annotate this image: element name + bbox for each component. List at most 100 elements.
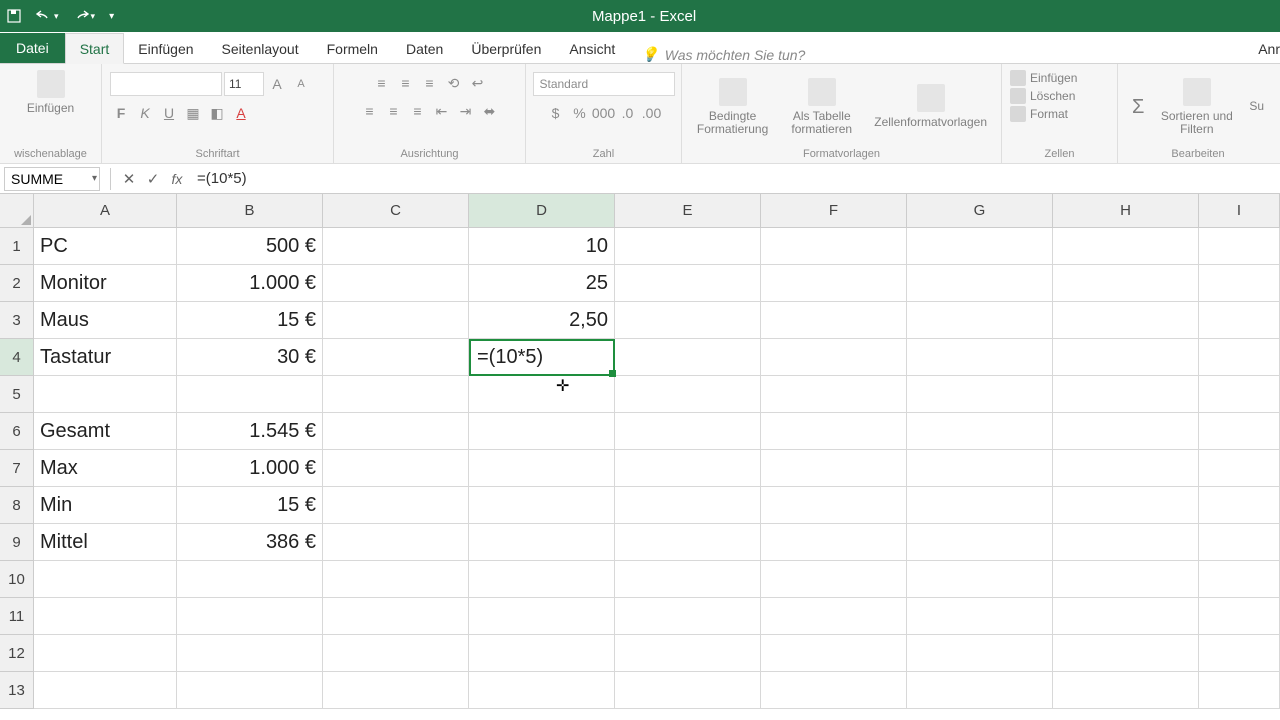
- name-box[interactable]: SUMME ▾: [4, 167, 100, 191]
- cell-A10[interactable]: [34, 561, 177, 598]
- row-header[interactable]: 13: [0, 672, 34, 709]
- cell-C9[interactable]: [323, 524, 469, 561]
- cell-H11[interactable]: [1053, 598, 1199, 635]
- align-middle-icon[interactable]: ≡: [395, 72, 417, 94]
- cell-H9[interactable]: [1053, 524, 1199, 561]
- cell-styles-button[interactable]: Zellenformatvorlagen: [868, 82, 993, 131]
- cell-I8[interactable]: [1199, 487, 1280, 524]
- tab-data[interactable]: Daten: [392, 34, 457, 63]
- cell-F9[interactable]: [761, 524, 907, 561]
- cell-A8[interactable]: Min: [34, 487, 177, 524]
- cell-D3[interactable]: 2,50: [469, 302, 615, 339]
- decrease-indent-icon[interactable]: ⇤: [431, 100, 453, 122]
- cell-A12[interactable]: [34, 635, 177, 672]
- cell-I5[interactable]: [1199, 376, 1280, 413]
- cell-C13[interactable]: [323, 672, 469, 709]
- cell-B10[interactable]: [177, 561, 323, 598]
- currency-icon[interactable]: $: [545, 102, 567, 124]
- cell-E13[interactable]: [615, 672, 761, 709]
- cell-A11[interactable]: [34, 598, 177, 635]
- cell-E5[interactable]: [615, 376, 761, 413]
- row-header[interactable]: 10: [0, 561, 34, 598]
- row-header[interactable]: 5: [0, 376, 34, 413]
- cell-C4[interactable]: [323, 339, 469, 376]
- row-header[interactable]: 1: [0, 228, 34, 265]
- cell-C2[interactable]: [323, 265, 469, 302]
- cell-C1[interactable]: [323, 228, 469, 265]
- increase-decimal-icon[interactable]: .0: [617, 102, 639, 124]
- cell-C8[interactable]: [323, 487, 469, 524]
- cell-D4[interactable]: =(10*5): [469, 339, 615, 376]
- cell-G11[interactable]: [907, 598, 1053, 635]
- align-left-icon[interactable]: ≡: [359, 100, 381, 122]
- col-header-G[interactable]: G: [907, 194, 1053, 228]
- increase-font-icon[interactable]: A: [266, 73, 288, 95]
- cell-G9[interactable]: [907, 524, 1053, 561]
- cell-G3[interactable]: [907, 302, 1053, 339]
- merge-icon[interactable]: ⬌: [479, 100, 501, 122]
- cell-G10[interactable]: [907, 561, 1053, 598]
- cell-F2[interactable]: [761, 265, 907, 302]
- percent-icon[interactable]: %: [569, 102, 591, 124]
- cell-D5[interactable]: [469, 376, 615, 413]
- cell-A4[interactable]: Tastatur: [34, 339, 177, 376]
- align-top-icon[interactable]: ≡: [371, 72, 393, 94]
- tab-formulas[interactable]: Formeln: [313, 34, 392, 63]
- row-header[interactable]: 6: [0, 413, 34, 450]
- cell-C5[interactable]: [323, 376, 469, 413]
- cell-C10[interactable]: [323, 561, 469, 598]
- col-header-A[interactable]: A: [34, 194, 177, 228]
- paste-button[interactable]: Einfügen: [21, 68, 80, 117]
- row-header[interactable]: 4: [0, 339, 34, 376]
- cell-I4[interactable]: [1199, 339, 1280, 376]
- col-header-I[interactable]: I: [1199, 194, 1280, 228]
- comma-icon[interactable]: 000: [593, 102, 615, 124]
- cancel-formula-button[interactable]: ✕: [117, 170, 141, 188]
- fill-color-icon[interactable]: ◧: [206, 102, 228, 124]
- cell-G6[interactable]: [907, 413, 1053, 450]
- cell-E8[interactable]: [615, 487, 761, 524]
- cell-H12[interactable]: [1053, 635, 1199, 672]
- cell-B2[interactable]: 1.000 €: [177, 265, 323, 302]
- col-header-C[interactable]: C: [323, 194, 469, 228]
- cell-H8[interactable]: [1053, 487, 1199, 524]
- cell-B8[interactable]: 15 €: [177, 487, 323, 524]
- cell-H1[interactable]: [1053, 228, 1199, 265]
- formula-input[interactable]: =(10*5): [189, 170, 1280, 187]
- cell-H2[interactable]: [1053, 265, 1199, 302]
- cell-A6[interactable]: Gesamt: [34, 413, 177, 450]
- cell-D11[interactable]: [469, 598, 615, 635]
- underline-button[interactable]: U: [158, 102, 180, 124]
- cell-F4[interactable]: [761, 339, 907, 376]
- save-icon[interactable]: [6, 8, 22, 24]
- align-bottom-icon[interactable]: ≡: [419, 72, 441, 94]
- cell-B7[interactable]: 1.000 €: [177, 450, 323, 487]
- cell-D2[interactable]: 25: [469, 265, 615, 302]
- cell-B5[interactable]: [177, 376, 323, 413]
- cell-G4[interactable]: [907, 339, 1053, 376]
- cell-D13[interactable]: [469, 672, 615, 709]
- row-header[interactable]: 12: [0, 635, 34, 672]
- font-size-select[interactable]: [224, 72, 264, 96]
- row-header[interactable]: 2: [0, 265, 34, 302]
- autosum-button[interactable]: Σ: [1126, 94, 1150, 120]
- conditional-formatting-button[interactable]: Bedingte Formatierung: [690, 76, 775, 138]
- cell-D9[interactable]: [469, 524, 615, 561]
- col-header-E[interactable]: E: [615, 194, 761, 228]
- cell-A2[interactable]: Monitor: [34, 265, 177, 302]
- cell-I13[interactable]: [1199, 672, 1280, 709]
- cell-E6[interactable]: [615, 413, 761, 450]
- cell-H5[interactable]: [1053, 376, 1199, 413]
- cell-A7[interactable]: Max: [34, 450, 177, 487]
- cell-G5[interactable]: [907, 376, 1053, 413]
- cell-D7[interactable]: [469, 450, 615, 487]
- increase-indent-icon[interactable]: ⇥: [455, 100, 477, 122]
- cell-H13[interactable]: [1053, 672, 1199, 709]
- tab-insert[interactable]: Einfügen: [124, 34, 207, 63]
- col-header-F[interactable]: F: [761, 194, 907, 228]
- tab-review[interactable]: Überprüfen: [457, 34, 555, 63]
- cell-B3[interactable]: 15 €: [177, 302, 323, 339]
- tab-home[interactable]: Start: [65, 33, 125, 64]
- cell-D1[interactable]: 10: [469, 228, 615, 265]
- cell-I11[interactable]: [1199, 598, 1280, 635]
